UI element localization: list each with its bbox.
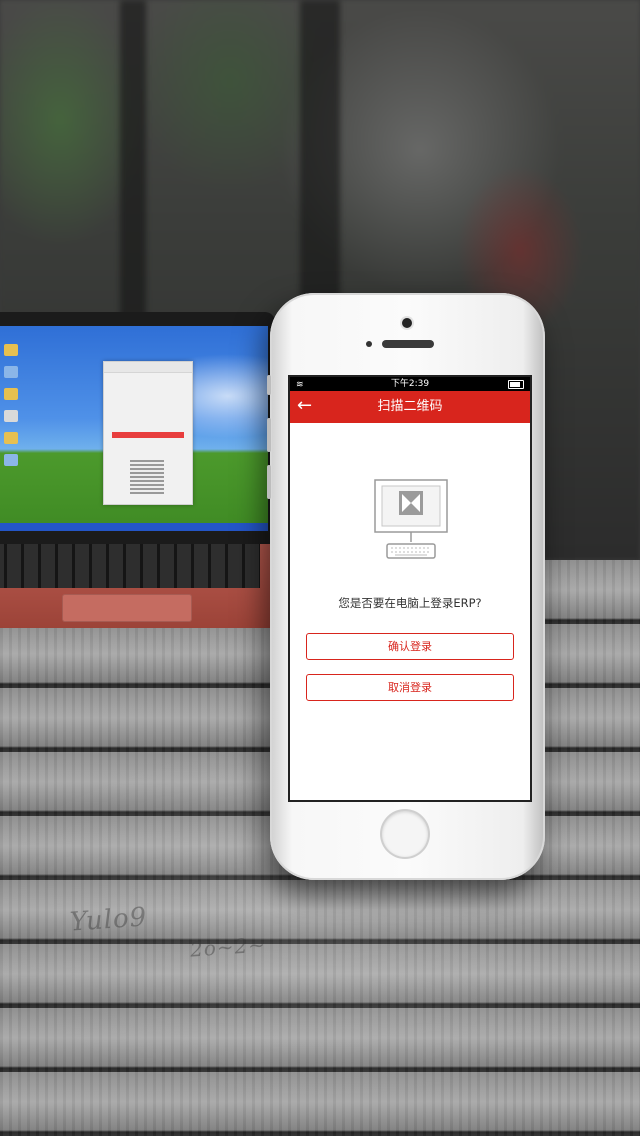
- desktop-icon: [4, 410, 18, 422]
- desktop-icon: [4, 344, 18, 356]
- earpiece-speaker: [382, 340, 434, 348]
- phone-device: ≋ 下午2:39 ← 扫描二维码 您是否要在电脑上登录ERP? 确认登录 取消登…: [267, 293, 545, 880]
- confirm-login-button[interactable]: 确认登录: [306, 633, 514, 660]
- cancel-login-button[interactable]: 取消登录: [306, 674, 514, 701]
- laptop-base: [0, 544, 275, 628]
- navigation-bar: ← 扫描二维码: [290, 391, 530, 423]
- desktop-icon: [4, 454, 18, 466]
- status-bar: ≋ 下午2:39: [290, 377, 530, 391]
- proximity-sensor: [366, 341, 372, 347]
- laptop-screen: [0, 326, 268, 531]
- laptop-keyboard: [0, 544, 260, 588]
- page-title: 扫描二维码: [377, 399, 443, 414]
- wifi-icon: ≋: [296, 380, 304, 390]
- table-carving: Yulo9: [69, 902, 149, 938]
- taskbar: [0, 523, 268, 531]
- laptop-trackpad: [62, 594, 192, 622]
- back-arrow-icon[interactable]: ←: [297, 391, 312, 421]
- laptop: [0, 312, 275, 544]
- front-camera: [402, 318, 412, 328]
- phone-screen: ≋ 下午2:39 ← 扫描二维码 您是否要在电脑上登录ERP? 确认登录 取消登…: [288, 375, 532, 802]
- desktop-icon: [4, 388, 18, 400]
- blurred-tree-trunk: [120, 0, 146, 330]
- battery-icon: [508, 380, 524, 389]
- status-time: 下午2:39: [390, 379, 430, 389]
- volume-down-button: [267, 465, 271, 499]
- volume-up-button: [267, 418, 271, 452]
- qr-code-image: [130, 460, 164, 494]
- mute-switch: [267, 375, 271, 395]
- login-question: 您是否要在电脑上登录ERP?: [338, 596, 482, 610]
- erp-login-window: [103, 361, 193, 505]
- home-button[interactable]: [382, 811, 428, 857]
- login-confirm-content: 您是否要在电脑上登录ERP? 确认登录 取消登录: [290, 423, 530, 798]
- computer-icon: [374, 479, 448, 559]
- desktop-icon: [4, 432, 18, 444]
- blurred-pillar: [300, 0, 340, 300]
- desktop-icon: [4, 366, 18, 378]
